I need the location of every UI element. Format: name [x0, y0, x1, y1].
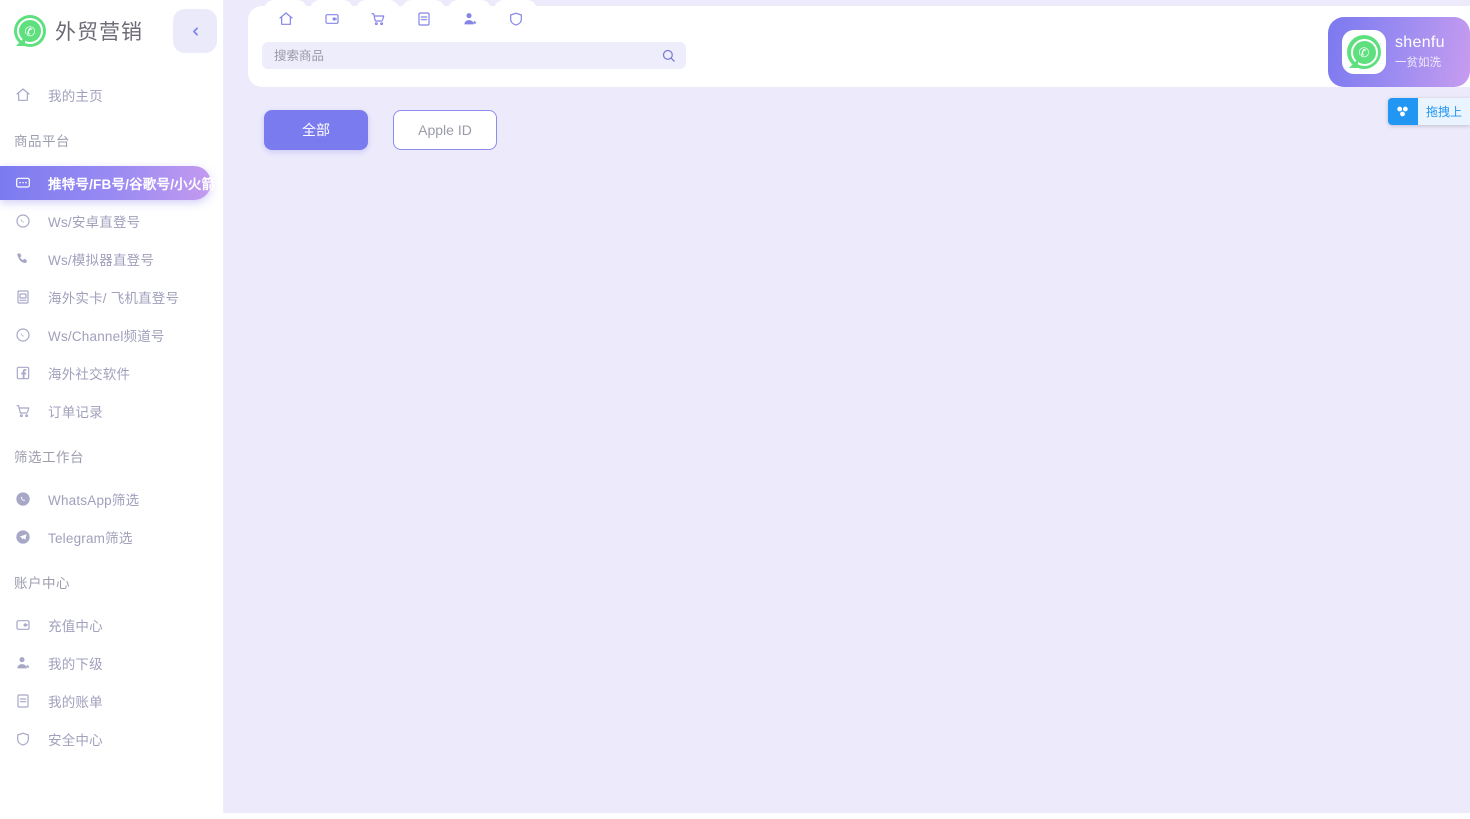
- card-icon: [14, 288, 32, 306]
- home-icon: [14, 86, 32, 104]
- header-card: ✆ shenfu 一贫如洗: [248, 0, 1470, 87]
- tab-security[interactable]: [494, 0, 537, 34]
- filter-button-1[interactable]: Apple ID: [393, 110, 497, 150]
- sidebar-item-1-1[interactable]: Telegram筛选: [0, 520, 211, 554]
- sidebar-item-label: 安全中心: [48, 733, 103, 748]
- sidebar-item-home[interactable]: 我的主页: [0, 78, 211, 112]
- bill-icon: [416, 11, 432, 27]
- sidebar-item-label: 我的账单: [48, 695, 103, 710]
- phone-icon: [14, 250, 32, 268]
- sidebar: ✆ 外贸营销 我的主页商品平台推特号/FB号/谷歌号/小火箭 Ws/安卓直登号 Ws…: [0, 0, 224, 813]
- wallet-icon: [324, 11, 340, 27]
- account-pill[interactable]: ✆ shenfu 一贫如洗: [1328, 17, 1470, 87]
- account-text: shenfu 一贫如洗: [1395, 33, 1445, 70]
- sidebar-item-label: Ws/模拟器直登号: [48, 253, 155, 268]
- sidebar-item-1-0[interactable]: WhatsApp筛选: [0, 482, 211, 516]
- tab-subordinates[interactable]: [448, 0, 491, 34]
- sidebar-item-label: 我的下级: [48, 657, 103, 672]
- sidebar-group-title: 商品平台: [14, 134, 70, 149]
- sidebar-item-0-5[interactable]: 海外社交软件: [0, 356, 211, 390]
- bottom-strip: [0, 813, 1470, 819]
- tab-home[interactable]: [264, 0, 307, 34]
- facebook-icon: [14, 364, 32, 382]
- message-icon: [14, 174, 32, 192]
- whatsapp-logo-icon: ✆: [1347, 35, 1381, 69]
- sidebar-item-0-1[interactable]: Ws/安卓直登号: [0, 204, 211, 238]
- sidebar-item-0-2[interactable]: Ws/模拟器直登号: [0, 242, 211, 276]
- sidebar-item-2-1[interactable]: 我的下级: [0, 646, 211, 680]
- search-icon[interactable]: [661, 48, 676, 63]
- sidebar-item-2-3[interactable]: 安全中心: [0, 722, 211, 756]
- sidebar-group-title: 账户中心: [14, 576, 70, 591]
- brand-row: ✆ 外贸营销: [0, 0, 223, 62]
- account-name: shenfu: [1395, 34, 1445, 52]
- whatsapp-icon: [14, 212, 32, 230]
- search-box[interactable]: [262, 42, 686, 69]
- tab-recharge[interactable]: [310, 0, 353, 34]
- sidebar-group-title: 筛选工作台: [14, 450, 84, 465]
- sidebar-item-label: Telegram筛选: [48, 531, 133, 546]
- sidebar-item-label: 充值中心: [48, 619, 103, 634]
- sidebar-item-0-4[interactable]: Ws/Channel频道号: [0, 318, 211, 352]
- cart-icon: [370, 11, 386, 27]
- filter-row: 全部 Apple ID: [224, 87, 1470, 150]
- sidebar-item-label: 海外社交软件: [48, 367, 131, 382]
- sidebar-item-label: Ws/安卓直登号: [48, 215, 141, 230]
- sidebar-item-0-0[interactable]: 推特号/FB号/谷歌号/小火箭: [0, 166, 215, 200]
- sidebar-item-label: Ws/Channel频道号: [48, 329, 165, 344]
- sidebar-item-2-2[interactable]: 我的账单: [0, 684, 211, 718]
- user-plus-icon: [462, 11, 478, 27]
- tab-bills[interactable]: [402, 0, 445, 34]
- whatsapp-filled-icon: [14, 490, 32, 508]
- header-tabs: [264, 0, 540, 34]
- chevron-left-icon: [189, 25, 202, 38]
- wallet-icon: [14, 616, 32, 634]
- whatsapp-icon: [14, 326, 32, 344]
- sidebar-item-label: 海外实卡/ 飞机直登号: [48, 291, 180, 306]
- sidebar-collapse-button[interactable]: [173, 9, 217, 53]
- baidu-netdisk-widget[interactable]: 拖拽上: [1387, 98, 1470, 125]
- app-root: ✆ 外贸营销 我的主页商品平台推特号/FB号/谷歌号/小火箭 Ws/安卓直登号 Ws…: [0, 0, 1470, 819]
- main-content: 全部 Apple ID: [224, 87, 1470, 813]
- sidebar-item-label: 推特号/FB号/谷歌号/小火箭: [48, 177, 216, 192]
- netdisk-upload-label[interactable]: 拖拽上: [1417, 98, 1470, 125]
- sidebar-item-0-6[interactable]: 订单记录: [0, 394, 211, 428]
- sidebar-item-label: WhatsApp筛选: [48, 493, 140, 508]
- bill-icon: [14, 692, 32, 710]
- page-title: 外贸营销: [55, 21, 143, 44]
- home-icon: [278, 11, 294, 27]
- sidebar-item-label: 订单记录: [48, 405, 103, 420]
- account-subtitle: 一贫如洗: [1395, 57, 1441, 70]
- whatsapp-logo-icon: ✆: [14, 15, 46, 47]
- user-plus-icon: [14, 654, 32, 672]
- sidebar-nav: 我的主页商品平台推特号/FB号/谷歌号/小火箭 Ws/安卓直登号 Ws/模拟器直登号…: [0, 62, 223, 756]
- shield-icon: [14, 730, 32, 748]
- sidebar-item-2-0[interactable]: 充值中心: [0, 608, 211, 642]
- sidebar-item-0-3[interactable]: 海外实卡/ 飞机直登号: [0, 280, 211, 314]
- shield-icon: [508, 11, 524, 27]
- cart-icon: [14, 402, 32, 420]
- avatar: ✆: [1342, 30, 1386, 74]
- baidu-netdisk-icon[interactable]: [1387, 98, 1418, 125]
- telegram-filled-icon: [14, 528, 32, 546]
- tab-orders[interactable]: [356, 0, 399, 34]
- search-input[interactable]: [274, 48, 661, 63]
- filter-button-0[interactable]: 全部: [264, 110, 368, 150]
- sidebar-item-label: 我的主页: [48, 89, 103, 104]
